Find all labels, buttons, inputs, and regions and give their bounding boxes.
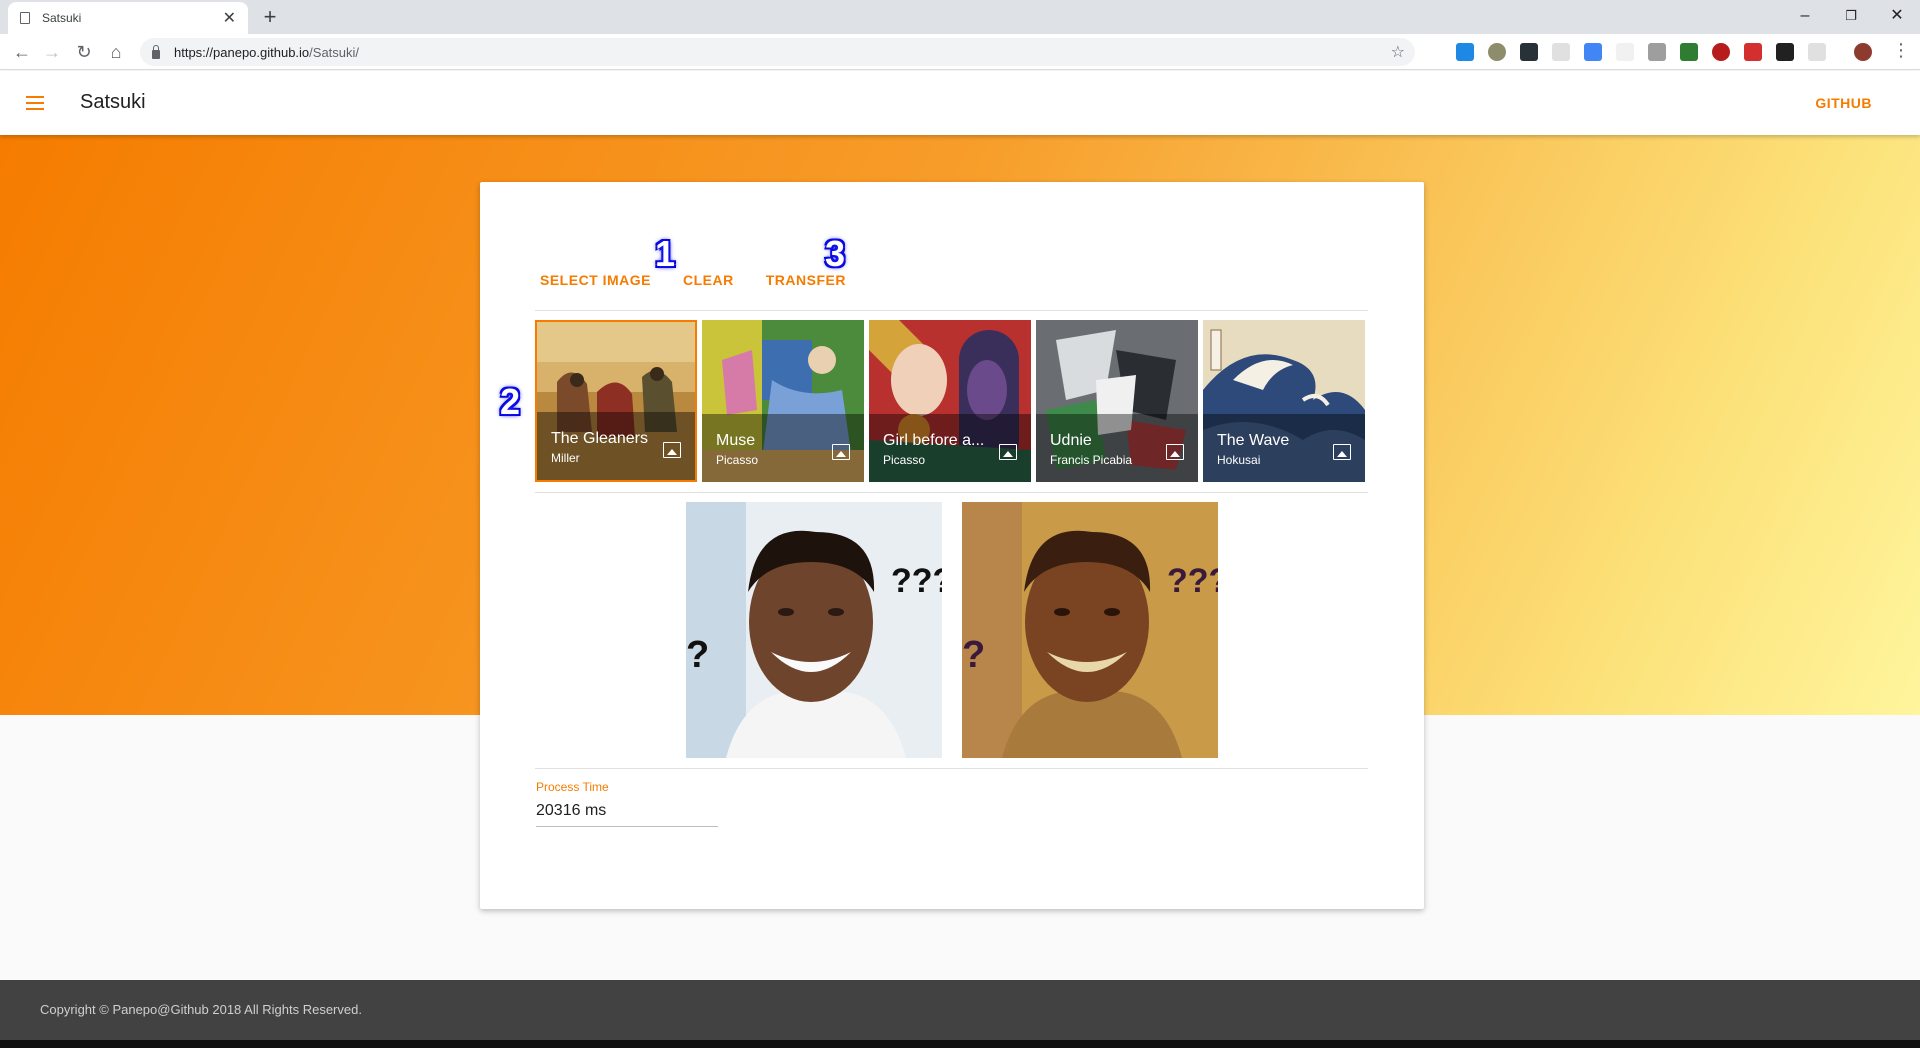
select-image-button[interactable]: SELECT IMAGE bbox=[540, 272, 651, 302]
url-host: https://panepo.github.io bbox=[174, 44, 310, 60]
app-title: Satsuki bbox=[80, 91, 146, 113]
input-image: ??? ? bbox=[686, 502, 942, 758]
style-author: Picasso bbox=[716, 453, 759, 467]
divider bbox=[535, 492, 1368, 493]
page-icon bbox=[20, 12, 30, 24]
avatar[interactable] bbox=[1854, 43, 1872, 61]
extension-icon[interactable] bbox=[1680, 43, 1698, 61]
tile-caption: The Gleaners Miller bbox=[537, 412, 695, 480]
style-name: Girl before a... bbox=[883, 432, 985, 449]
restore-icon[interactable]: ❐ bbox=[1828, 2, 1874, 30]
image-icon[interactable] bbox=[1166, 444, 1184, 460]
image-icon[interactable] bbox=[1333, 444, 1351, 460]
extension-icon[interactable] bbox=[1616, 43, 1634, 61]
question-mark-text: ? bbox=[686, 634, 709, 676]
step-badge-1: 1 bbox=[654, 233, 676, 274]
step-badge-2: 2 bbox=[499, 381, 521, 422]
extension-icon[interactable] bbox=[1776, 43, 1794, 61]
close-tab-icon[interactable]: ✕ bbox=[223, 8, 236, 28]
style-tile-wave[interactable]: The Wave Hokusai bbox=[1203, 320, 1365, 482]
browser-menu-icon[interactable]: ⋮ bbox=[1892, 40, 1910, 61]
app-bar: Satsuki GITHUB bbox=[0, 71, 1920, 135]
new-tab-button[interactable]: + bbox=[258, 4, 282, 30]
divider bbox=[535, 768, 1368, 769]
style-author: Hokusai bbox=[1217, 453, 1261, 467]
ublock-icon[interactable] bbox=[1712, 43, 1730, 61]
address-bar[interactable]: https://panepo.github.io/Satsuki/ ☆ bbox=[140, 38, 1415, 66]
browser-tab[interactable]: Satsuki ✕ bbox=[8, 2, 248, 34]
style-name: Udnie bbox=[1050, 432, 1092, 449]
question-marks-text: ??? bbox=[1167, 562, 1218, 600]
clear-button[interactable]: CLEAR bbox=[683, 272, 734, 302]
image-icon[interactable] bbox=[663, 442, 681, 458]
field-underline bbox=[536, 826, 718, 827]
style-name: The Wave bbox=[1217, 432, 1290, 449]
tab-title: Satsuki bbox=[42, 11, 82, 25]
image-icon[interactable] bbox=[832, 444, 850, 460]
translate-icon[interactable] bbox=[1584, 43, 1602, 61]
browser-toolbar: ← → ↻ ⌂ https://panepo.github.io/Satsuki… bbox=[0, 34, 1920, 70]
menu-icon[interactable] bbox=[26, 96, 44, 110]
question-mark-text: ? bbox=[962, 634, 985, 676]
question-marks-text: ??? bbox=[891, 562, 942, 600]
extension-icon[interactable] bbox=[1552, 43, 1570, 61]
tile-caption: Girl before a... Picasso bbox=[869, 414, 1031, 482]
tile-caption: The Wave Hokusai bbox=[1203, 414, 1365, 482]
style-tile-gleaners[interactable]: The Gleaners Miller bbox=[535, 320, 697, 482]
style-author: Francis Picabia bbox=[1050, 453, 1133, 467]
github-link[interactable]: GITHUB bbox=[1815, 95, 1872, 111]
copyright-text: Copyright © Panepo@Github 2018 All Right… bbox=[40, 1002, 362, 1017]
image-row: ??? ? ??? ? bbox=[686, 502, 1218, 758]
process-time-value: 20316 ms bbox=[536, 802, 607, 819]
style-name: Muse bbox=[716, 432, 756, 449]
output-image: ??? ? bbox=[962, 502, 1218, 758]
reload-icon[interactable]: ↻ bbox=[72, 40, 96, 64]
extension-icon[interactable] bbox=[1456, 43, 1474, 61]
forward-icon[interactable]: → bbox=[40, 40, 64, 64]
lock-icon bbox=[152, 44, 160, 59]
style-author: Miller bbox=[551, 451, 580, 465]
url-path: /Satsuki/ bbox=[309, 44, 360, 60]
extension-icon[interactable] bbox=[1488, 43, 1506, 61]
os-taskbar bbox=[0, 1040, 1920, 1048]
minimize-icon[interactable]: – bbox=[1782, 2, 1828, 30]
close-window-icon[interactable]: ✕ bbox=[1874, 2, 1920, 30]
action-buttons: SELECT IMAGE CLEAR TRANSFER bbox=[540, 272, 878, 302]
style-tile-girl-before-a-mirror[interactable]: Girl before a... Picasso bbox=[869, 320, 1031, 482]
image-icon[interactable] bbox=[999, 444, 1017, 460]
home-icon[interactable]: ⌂ bbox=[104, 40, 128, 64]
divider bbox=[535, 310, 1368, 311]
browser-tab-bar: Satsuki ✕ + – ❐ ✕ bbox=[0, 0, 1920, 34]
style-tile-muse[interactable]: Muse Picasso bbox=[702, 320, 864, 482]
style-author: Picasso bbox=[883, 453, 926, 467]
tile-caption: Udnie Francis Picabia bbox=[1036, 414, 1198, 482]
extension-icons bbox=[1456, 43, 1872, 61]
extension-icon[interactable] bbox=[1744, 43, 1762, 61]
bookmark-star-icon[interactable]: ☆ bbox=[1391, 42, 1405, 62]
extension-icon[interactable] bbox=[1520, 43, 1538, 61]
style-gallery: The Gleaners Miller Muse Picasso Girl be… bbox=[535, 320, 1368, 482]
back-icon[interactable]: ← bbox=[10, 40, 34, 64]
mail-icon[interactable] bbox=[1648, 43, 1666, 61]
process-time-label: Process Time bbox=[536, 780, 609, 794]
style-name: The Gleaners bbox=[551, 430, 648, 447]
step-badge-3: 3 bbox=[824, 233, 846, 274]
transfer-button[interactable]: TRANSFER bbox=[766, 272, 846, 302]
style-tile-udnie[interactable]: Udnie Francis Picabia bbox=[1036, 320, 1198, 482]
footer: Copyright © Panepo@Github 2018 All Right… bbox=[0, 980, 1920, 1040]
extension-icon[interactable] bbox=[1808, 43, 1826, 61]
main-card: SELECT IMAGE CLEAR TRANSFER 1 2 3 The Gl… bbox=[480, 182, 1424, 909]
tile-caption: Muse Picasso bbox=[702, 414, 864, 482]
